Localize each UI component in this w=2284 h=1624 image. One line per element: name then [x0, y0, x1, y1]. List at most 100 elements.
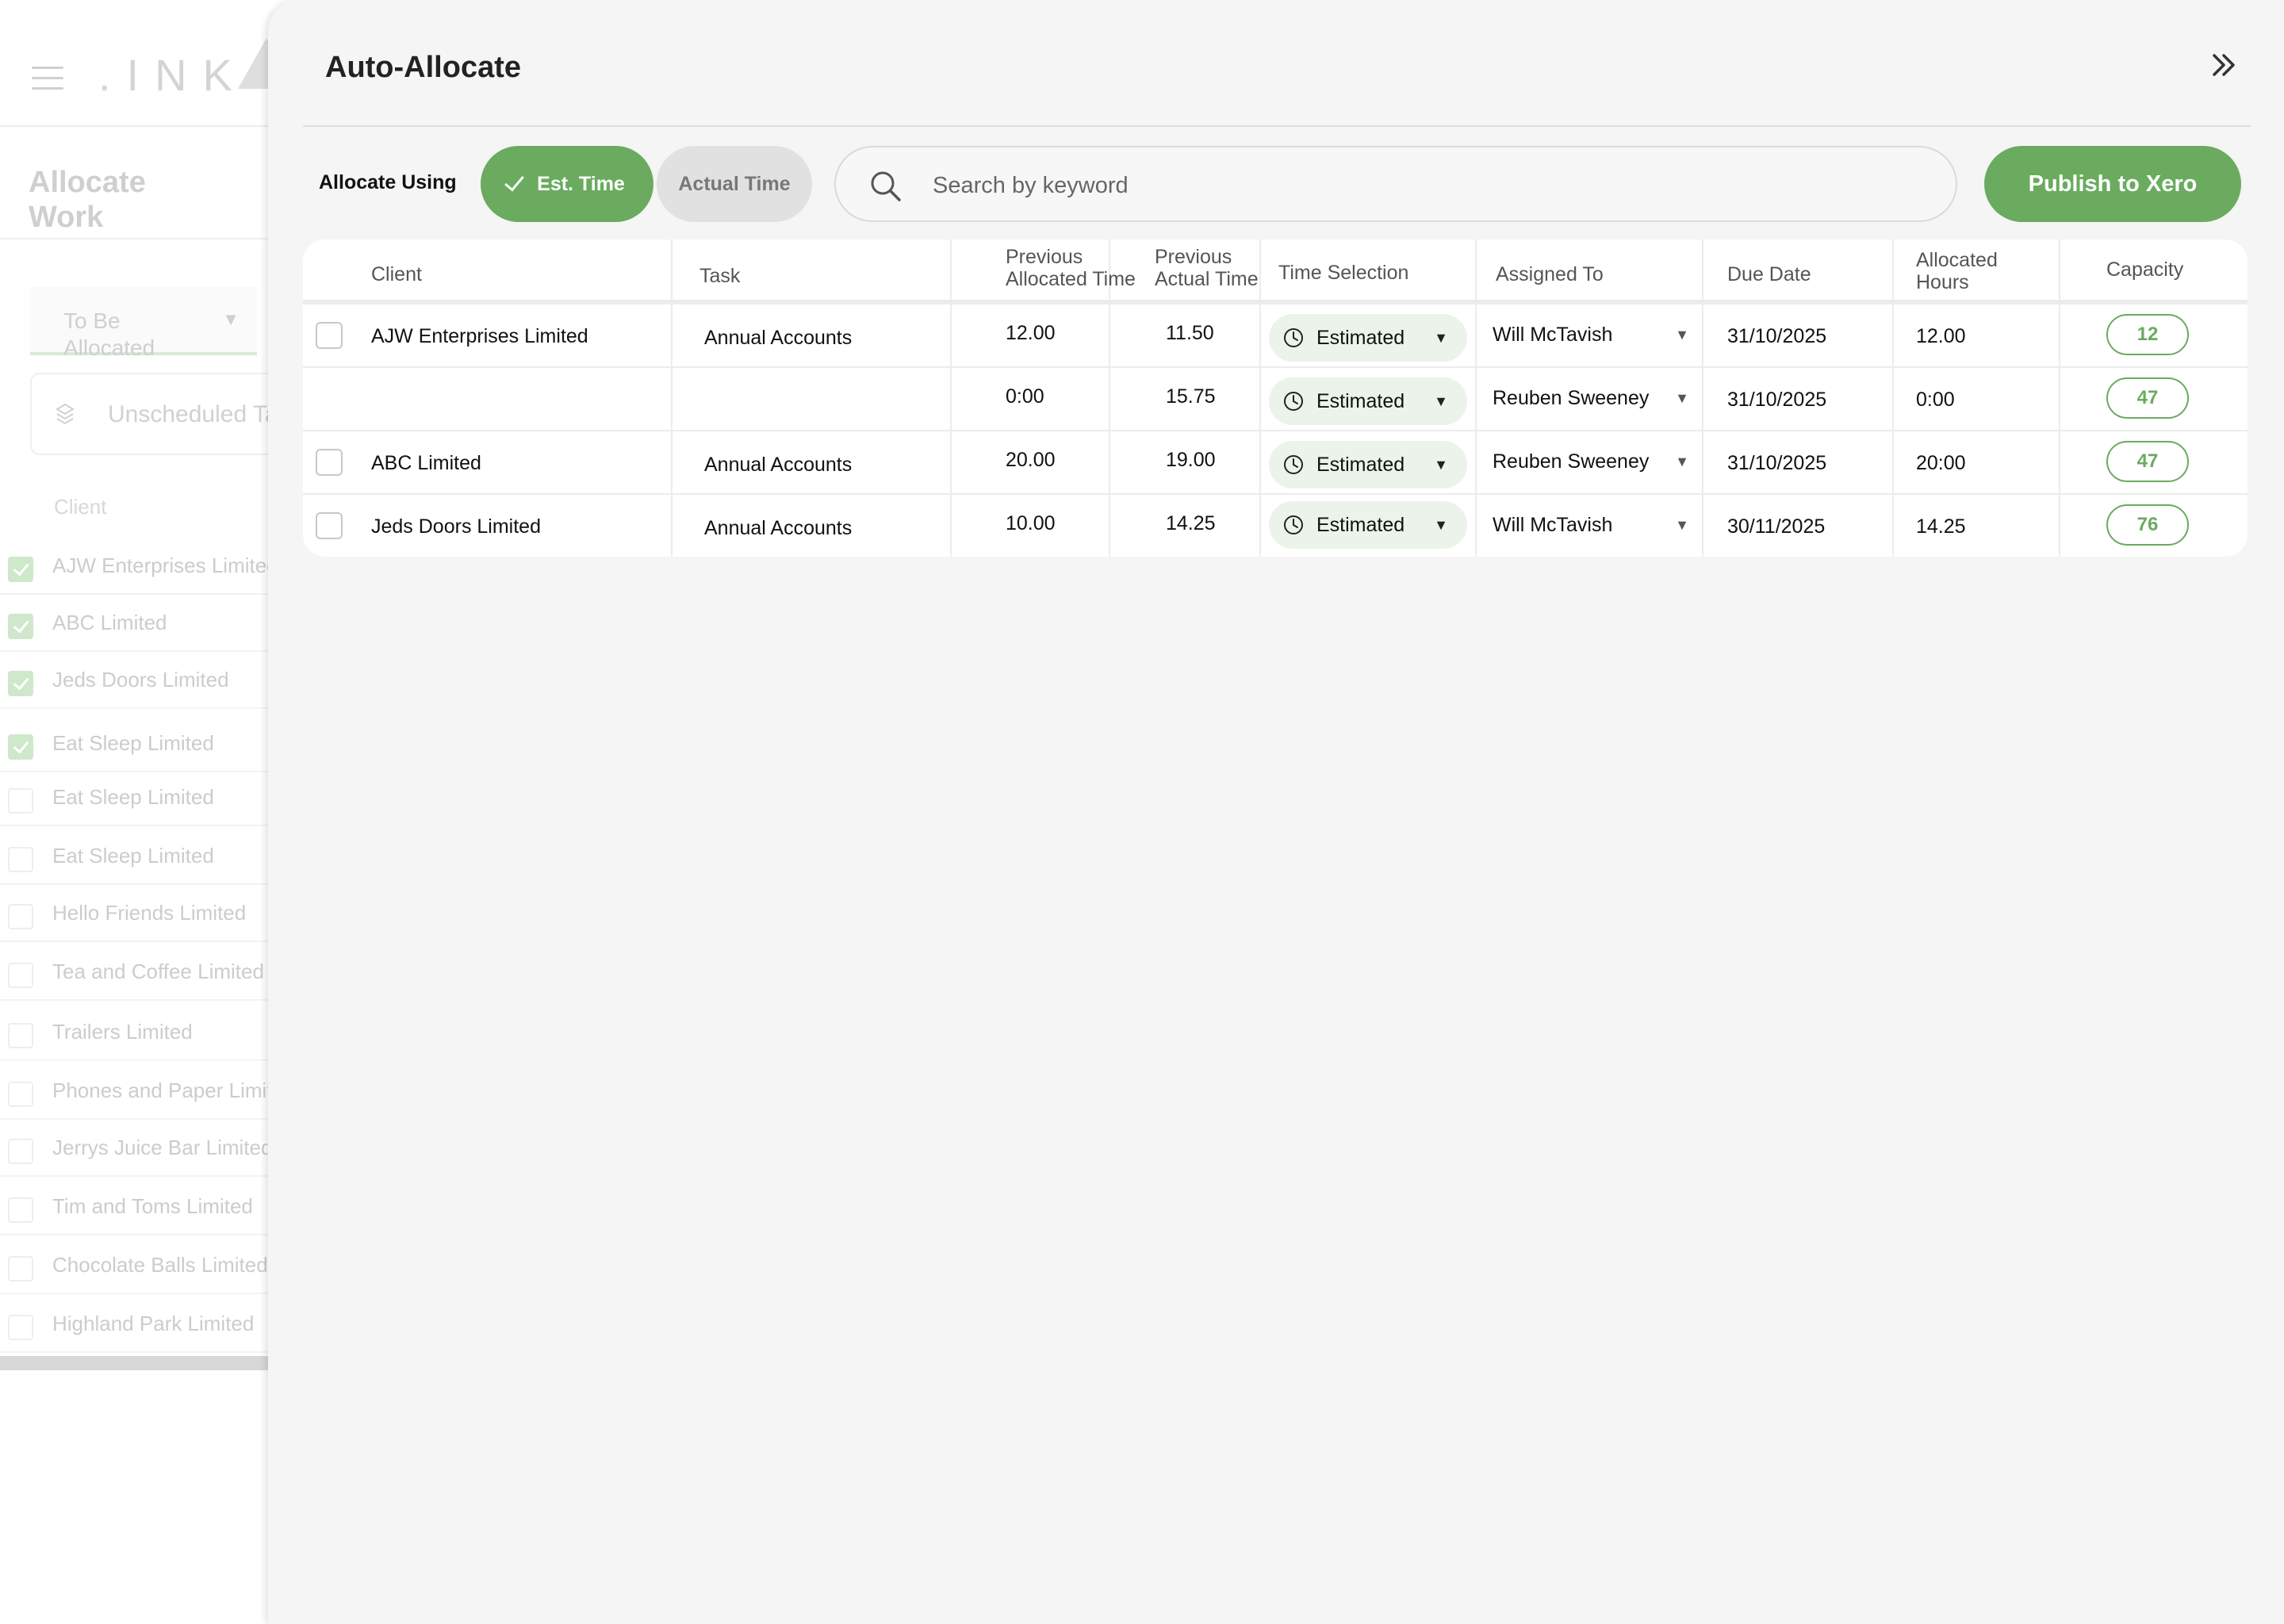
time-selection-dropdown[interactable]: Estimated ▼: [1269, 441, 1467, 488]
header-previous-actual-time: Previous Actual Time: [1155, 239, 1274, 301]
bg-client-list-item: Trailers Limited: [0, 1002, 270, 1061]
bg-client-checkbox: [8, 1082, 33, 1107]
menu-icon: [32, 67, 63, 92]
capacity-badge: 47: [2106, 441, 2189, 482]
bg-client-list-item: Highland Park Limited: [0, 1294, 270, 1353]
assigned-to-value: Reuben Sweeney: [1493, 450, 1650, 473]
capacity-badge: 47: [2106, 377, 2189, 419]
row-select-checkbox[interactable]: [316, 322, 343, 349]
drawer-divider: [303, 125, 2251, 127]
cell-task: Annual Accounts: [704, 517, 853, 539]
bg-client-name: AJW Enterprises Limited: [52, 553, 278, 577]
bg-client-header: Client: [54, 495, 107, 519]
bg-client-checkbox: [8, 1315, 33, 1340]
bg-header: .INK: [0, 0, 295, 127]
clock-icon: [1284, 328, 1303, 347]
cell-previous-actual-time: 15.75: [1166, 385, 1216, 408]
assigned-to-dropdown[interactable]: Reuben Sweeney ▼: [1485, 368, 1697, 430]
cell-due-date: 30/11/2025: [1727, 515, 1826, 538]
bg-client-checkbox: [8, 1139, 33, 1164]
bg-client-name: Tea and Coffee Limited: [52, 959, 264, 983]
assigned-to-value: Will McTavish: [1493, 514, 1613, 536]
bg-client-list-item: Eat Sleep Limited: [0, 714, 270, 772]
cell-previous-allocated-time: 0:00: [1006, 385, 1044, 408]
cell-allocated-hours: 20:00: [1916, 452, 1966, 474]
publish-to-xero-button[interactable]: Publish to Xero: [1984, 146, 2241, 222]
assigned-to-dropdown[interactable]: Reuben Sweeney ▼: [1485, 431, 1697, 493]
cell-previous-allocated-time: 20.00: [1006, 449, 1056, 471]
search-box: [834, 146, 1957, 222]
logo: .INK: [98, 50, 248, 100]
drawer-title: Auto-Allocate: [325, 51, 521, 84]
bg-client-checkbox: [8, 1197, 33, 1223]
caret-down-icon: ▼: [222, 309, 240, 329]
bg-client-list-item: Tim and Toms Limited: [0, 1177, 270, 1235]
bg-client-list-item: Tea and Coffee Limited: [0, 942, 270, 1001]
bg-client-name: Trailers Limited: [52, 1020, 193, 1044]
bg-client-checkbox: [8, 963, 33, 988]
header-prev-actual-line2: Actual Time: [1155, 268, 1259, 290]
bg-client-list-item: Jerrys Juice Bar Limited: [0, 1118, 272, 1177]
header-allocated-hours-line2: Hours: [1916, 271, 1969, 293]
assigned-to-dropdown[interactable]: Will McTavish ▼: [1485, 304, 1697, 366]
header-assigned-to: Assigned To: [1496, 239, 1686, 301]
header-capacity-label: Capacity: [2106, 259, 2184, 281]
header-client: Client: [371, 239, 665, 301]
bg-client-name: ABC Limited: [52, 611, 167, 634]
check-icon: [504, 170, 525, 191]
bg-search: Unscheduled Ta: [30, 373, 287, 455]
header-previous-allocated-time: Previous Allocated Time: [1006, 239, 1156, 301]
header-capacity: Capacity: [2106, 239, 2233, 301]
caret-down-icon: ▼: [1434, 517, 1448, 533]
bg-scrollbar: [0, 1356, 270, 1370]
caret-down-icon: ▼: [1434, 457, 1448, 473]
bg-client-list-item: Eat Sleep Limited: [0, 768, 270, 826]
allocation-table: Client Task Previous Allocated Time Prev…: [303, 239, 2248, 557]
cell-task: Annual Accounts: [704, 454, 853, 476]
bg-client-list-item: Eat Sleep Limited: [0, 826, 270, 885]
cell-allocated-hours: 0:00: [1916, 389, 1955, 411]
time-selection-dropdown[interactable]: Estimated ▼: [1269, 314, 1467, 362]
bg-client-name: Chocolate Balls Limited: [52, 1253, 268, 1277]
double-chevron-right-icon[interactable]: [2208, 49, 2240, 81]
cell-due-date: 31/10/2025: [1727, 452, 1827, 474]
cell-previous-allocated-time: 10.00: [1006, 512, 1056, 534]
layers-icon: [56, 403, 75, 425]
header-time-selection-label: Time Selection: [1278, 262, 1409, 284]
bg-page-title: Allocate Work: [29, 166, 146, 234]
time-selection-dropdown[interactable]: Estimated ▼: [1269, 501, 1467, 549]
row-select-checkbox[interactable]: [316, 512, 343, 539]
bg-status-select: To Be Allocated ▼: [30, 287, 257, 360]
table-row: Jeds Doors Limited Annual Accounts 10.00 14…: [303, 495, 2248, 557]
row-select-checkbox[interactable]: [316, 449, 343, 476]
bg-client-checkbox: [8, 671, 33, 696]
bg-client-list-item: AJW Enterprises Limited: [0, 536, 278, 595]
assigned-to-dropdown[interactable]: Will McTavish ▼: [1485, 495, 1697, 557]
bg-client-checkbox: [8, 1023, 33, 1048]
cell-client: Jeds Doors Limited: [371, 515, 541, 538]
bg-client-name: Highland Park Limited: [52, 1312, 255, 1335]
bg-client-checkbox: [8, 904, 33, 929]
cell-client: AJW Enterprises Limited: [371, 325, 588, 347]
bg-client-name: Jeds Doors Limited: [52, 668, 229, 691]
actual-time-toggle[interactable]: Actual Time: [657, 146, 812, 222]
clock-icon: [1284, 455, 1303, 474]
bg-divider: [0, 238, 270, 239]
time-selection-value: Estimated: [1316, 514, 1405, 536]
assigned-to-value: Reuben Sweeney: [1493, 387, 1650, 409]
auto-allocate-drawer: Auto-Allocate Allocate Using Est. Time A…: [268, 0, 2284, 1624]
cell-task: Annual Accounts: [704, 327, 853, 349]
time-selection-value: Estimated: [1316, 390, 1405, 412]
cell-previous-actual-time: 11.50: [1166, 322, 1214, 344]
search-input[interactable]: [931, 163, 1918, 208]
cell-allocated-hours: 14.25: [1916, 515, 1966, 538]
bg-status-select-value: To Be Allocated: [63, 308, 155, 360]
bg-search-text: Unscheduled Ta: [108, 401, 278, 427]
capacity-badge: 76: [2106, 504, 2189, 546]
time-selection-dropdown[interactable]: Estimated ▼: [1269, 377, 1467, 425]
table-row: 0:00 15.75 Estimated ▼ Reuben Sweeney ▼ 31/10/…: [303, 368, 2248, 431]
cell-due-date: 31/10/2025: [1727, 325, 1827, 347]
est-time-toggle[interactable]: Est. Time: [481, 146, 653, 222]
est-time-label: Est. Time: [537, 172, 625, 195]
table-row: ABC Limited Annual Accounts 20.00 19.00 Esti…: [303, 431, 2248, 495]
